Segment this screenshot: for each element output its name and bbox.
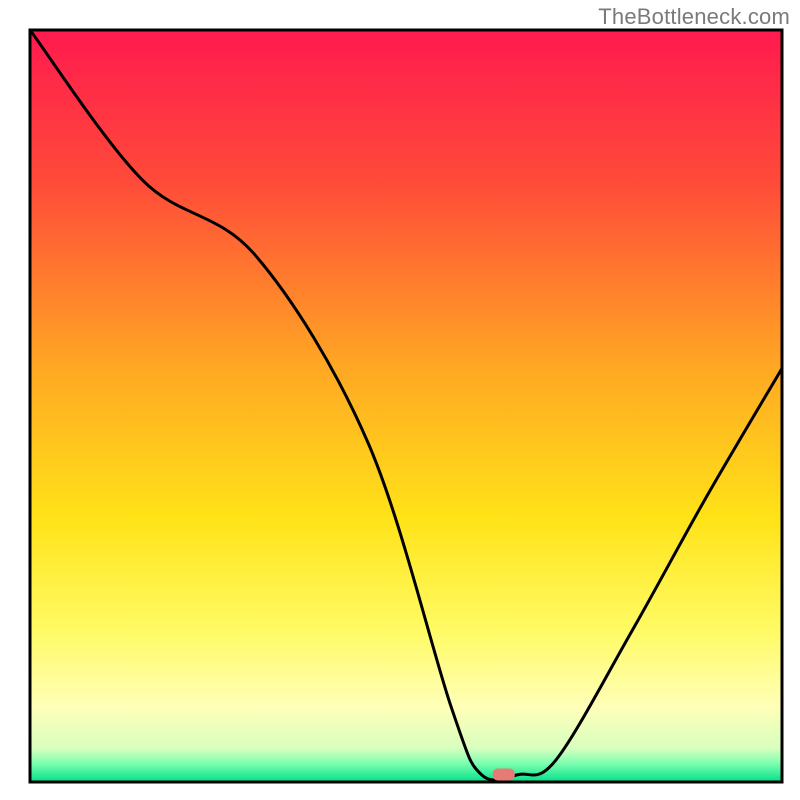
bottleneck-chart (0, 0, 800, 800)
plot-background (30, 30, 782, 782)
chart-container: TheBottleneck.com (0, 0, 800, 800)
optimal-point-marker (493, 768, 515, 780)
watermark-label: TheBottleneck.com (598, 4, 790, 30)
